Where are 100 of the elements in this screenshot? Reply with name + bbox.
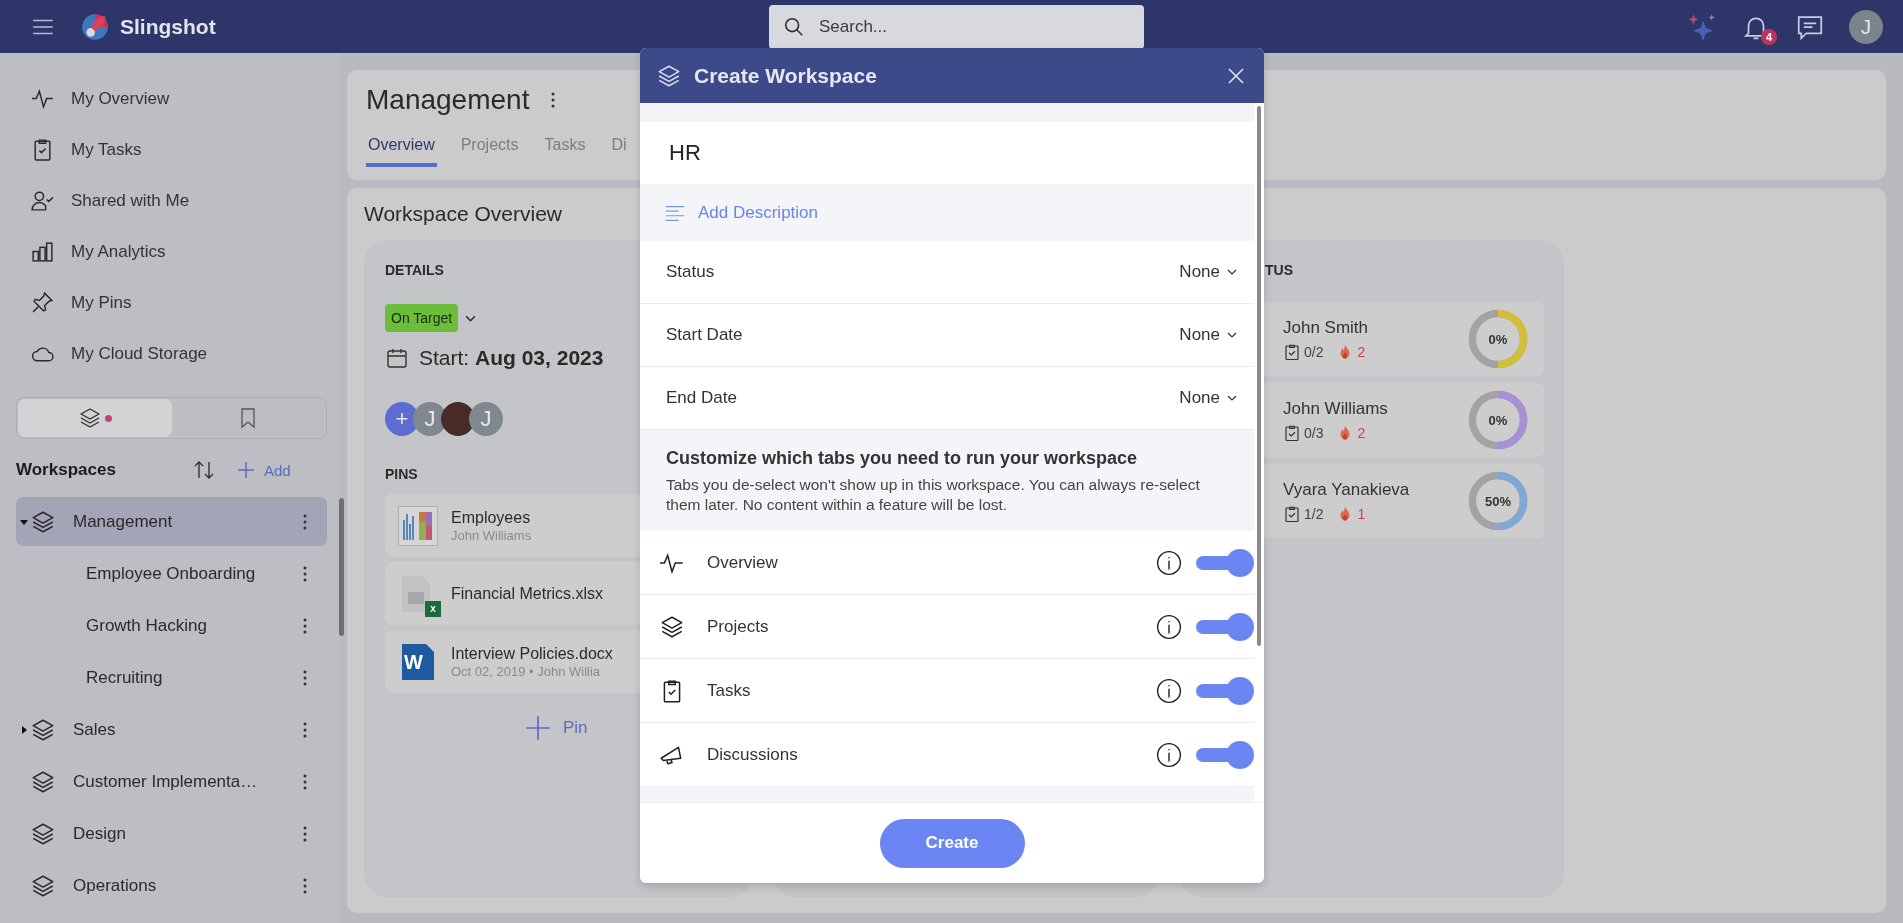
info-icon[interactable] [1156, 613, 1182, 640]
member-name: John Williams [1283, 398, 1388, 419]
nav-item[interactable]: Shared with Me [0, 175, 340, 226]
pin-subtitle: John Williams [451, 527, 532, 543]
nav-item[interactable]: My Overview [0, 73, 340, 124]
field-label: Status [666, 262, 715, 282]
card-heading: DETAILS [385, 262, 444, 278]
more-icon[interactable] [303, 513, 307, 530]
rocket-logo-icon [80, 11, 110, 42]
pin-title: Employees [451, 508, 532, 527]
task-count: 0/2 [1304, 343, 1324, 360]
notification-badge: 4 [1761, 28, 1777, 45]
chart-thumbnail-icon [398, 505, 438, 546]
search-icon [783, 15, 805, 38]
pin-title: Financial Metrics.xlsx [451, 584, 604, 603]
toggle-switch[interactable] [1196, 739, 1254, 770]
more-icon[interactable] [551, 92, 556, 108]
dialog-title: Create Workspace [694, 63, 878, 88]
view-tab[interactable] [18, 399, 172, 437]
nav-label: My Cloud Storage [71, 343, 208, 364]
workspace-item[interactable]: Sales [16, 705, 327, 754]
nav-label: My Analytics [71, 241, 166, 262]
user-check-icon [30, 188, 55, 213]
info-heading: Customize which tabs you need to run your workspace [666, 448, 1139, 469]
workspace-item[interactable]: Operations [16, 861, 327, 910]
more-icon[interactable] [303, 617, 307, 634]
section-title: Workspaces [16, 460, 117, 480]
percent-label: 0% [1487, 411, 1509, 430]
info-icon[interactable] [1156, 549, 1182, 576]
section-title: Workspace Overview [364, 202, 562, 226]
workspace-name: Sales [73, 719, 117, 740]
dropdown[interactable]: None [1179, 262, 1238, 282]
clipboard-check-icon [1283, 342, 1301, 361]
nav-item[interactable]: My Analytics [0, 226, 340, 277]
start-date: Start: Aug 03, 2023 [419, 346, 604, 370]
tab[interactable]: Overview [366, 130, 437, 167]
toggle-switch[interactable] [1196, 675, 1254, 706]
status-badge[interactable]: On Target [385, 304, 459, 332]
workspace-item[interactable]: Customer Implementa… [16, 757, 327, 806]
pin-title: Interview Policies.docx [451, 644, 613, 663]
card-heading: TUS [1265, 262, 1293, 278]
more-icon[interactable] [303, 565, 307, 582]
name-field[interactable]: HR [640, 122, 1254, 184]
new-dot [104, 414, 112, 422]
tab-option-label: Discussions [707, 744, 799, 765]
pulse-icon [30, 86, 55, 111]
nav-label: My Overview [71, 88, 170, 109]
plus-icon [236, 460, 256, 480]
overdue-count: 2 [1357, 424, 1366, 441]
toggle-switch[interactable] [1196, 611, 1254, 642]
task-count: 0/3 [1304, 424, 1324, 441]
info-icon[interactable] [1156, 677, 1182, 704]
nav-item[interactable]: My Cloud Storage [0, 328, 340, 379]
nav-label: My Pins [71, 292, 132, 313]
pin-subtitle: Oct 02, 2019 • John Willia [451, 663, 602, 679]
workspace-item[interactable]: Employee Onboarding [16, 549, 327, 598]
nav-label: My Tasks [71, 139, 142, 160]
bar-chart-icon [30, 239, 55, 264]
workspace-item[interactable]: Design [16, 809, 327, 858]
workspace-name: Employee Onboarding [86, 563, 257, 584]
toggle-switch[interactable] [1196, 547, 1254, 578]
more-icon[interactable] [303, 773, 307, 790]
nav-item[interactable]: My Pins [0, 277, 340, 328]
workspace-item[interactable]: Growth Hacking [16, 601, 327, 650]
clipboard-check-icon [1283, 423, 1301, 442]
dropdown[interactable]: None [1179, 388, 1238, 408]
caret-right-icon[interactable] [20, 725, 28, 734]
dropdown[interactable]: None [1179, 325, 1238, 345]
overdue-count: 1 [1357, 505, 1366, 522]
task-count: 1/2 [1304, 505, 1324, 522]
field-label: End Date [666, 388, 737, 408]
more-icon[interactable] [303, 669, 307, 686]
member-name: John Smith [1283, 317, 1369, 338]
percent-label: 50% [1484, 492, 1512, 511]
workspace-name: Recruiting [86, 667, 164, 688]
plus-icon [525, 715, 551, 741]
scrollbar[interactable] [339, 498, 344, 636]
workspace-item[interactable]: Management [16, 497, 327, 546]
more-icon[interactable] [303, 877, 307, 894]
nav-label: Shared with Me [71, 190, 190, 211]
card-heading: PINS [385, 466, 418, 482]
info-icon[interactable] [1156, 741, 1182, 768]
nav-item[interactable]: My Tasks [0, 124, 340, 175]
workspace-name: Customer Implementa… [73, 771, 259, 792]
scrollbar[interactable] [1257, 106, 1261, 646]
workspace-name: Management [73, 511, 174, 532]
overdue-count: 2 [1357, 343, 1366, 360]
workspace-item[interactable]: Recruiting [16, 653, 327, 702]
clipboard-check-icon [1283, 504, 1301, 523]
more-icon[interactable] [303, 825, 307, 842]
member-name: Vyara Yanakieva [1283, 479, 1410, 500]
page-title: Management [366, 84, 530, 116]
caret-down-icon[interactable] [20, 517, 28, 526]
field-label: Start Date [666, 325, 743, 345]
more-icon[interactable] [303, 721, 307, 738]
app-name: Slingshot [120, 14, 216, 39]
search-field[interactable]: Search... [769, 4, 1144, 49]
workspace-name: Operations [73, 875, 158, 896]
close-icon[interactable] [1226, 65, 1246, 86]
workspace-name: Growth Hacking [86, 615, 208, 636]
